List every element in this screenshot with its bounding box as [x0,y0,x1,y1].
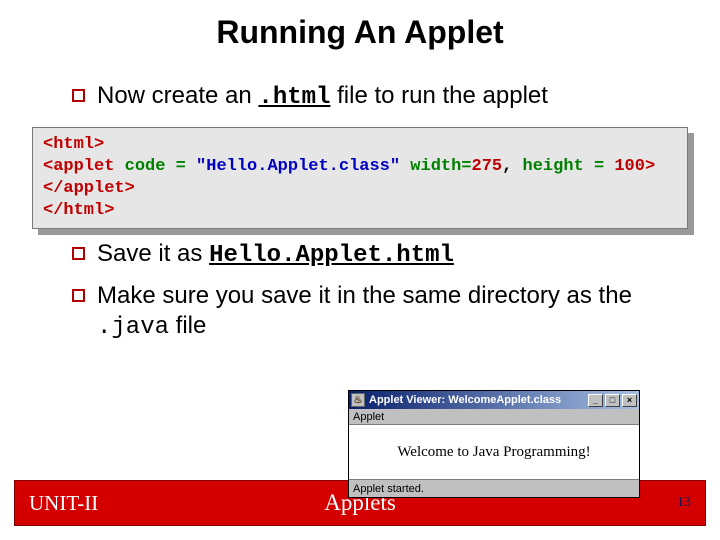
bullet-2: Save it as Hello.Applet.html [72,239,692,271]
code-block: <html> <applet code = "Hello.Applet.clas… [32,127,688,229]
code-tag: <applet [43,157,114,176]
code-inline: .html [258,84,330,111]
code-tag: </applet> [43,179,135,198]
text: Now create an [97,82,258,109]
java-icon [351,393,365,407]
code-string: "Hello.Applet.class" [196,157,400,176]
code-inline: .java [97,314,169,341]
window-title: Applet Viewer: WelcomeApplet.class [369,394,561,406]
text: Save it as [97,240,209,267]
bullet-3-text: Make sure you save it in the same direct… [97,281,677,343]
slide: Running An Applet Now create an .html fi… [0,0,720,540]
titlebar: Applet Viewer: WelcomeApplet.class _ □ × [349,391,639,409]
applet-body: Welcome to Java Programming! [349,425,639,479]
bullet-2-text: Save it as Hello.Applet.html [97,239,454,271]
code-number: 275 [472,157,503,176]
code-text: , [502,157,522,176]
code-attr: width= [400,157,471,176]
text: Make sure you save it in the same direct… [97,282,632,309]
code-block-body: <html> <applet code = "Hello.Applet.clas… [32,127,688,229]
maximize-button[interactable]: □ [605,394,620,407]
code-attr: height = [523,157,615,176]
text: file to run the applet [330,82,547,109]
bullet-1-text: Now create an .html file to run the appl… [97,81,548,113]
close-button[interactable]: × [622,394,637,407]
status-bar: Applet started. [349,479,639,497]
bullet-icon [72,289,85,302]
text: file [169,312,206,339]
bullet-3: Make sure you save it in the same direct… [72,281,692,343]
code-tag: </html> [43,201,114,220]
page-number: 13 [677,495,691,511]
footer-left: UNIT-II [29,491,98,516]
bullet-icon [72,89,85,102]
code-number: 100 [614,157,645,176]
menu-bar[interactable]: Applet [349,409,639,425]
code-attr: code = [114,157,196,176]
code-inline: Hello.Applet.html [209,242,454,269]
minimize-button[interactable]: _ [588,394,603,407]
bullet-icon [72,247,85,260]
code-tag: <html> [43,135,104,154]
bullet-1: Now create an .html file to run the appl… [72,81,692,113]
applet-viewer-window: Applet Viewer: WelcomeApplet.class _ □ ×… [348,390,640,498]
slide-title: Running An Applet [28,14,692,51]
code-tag: > [645,157,655,176]
